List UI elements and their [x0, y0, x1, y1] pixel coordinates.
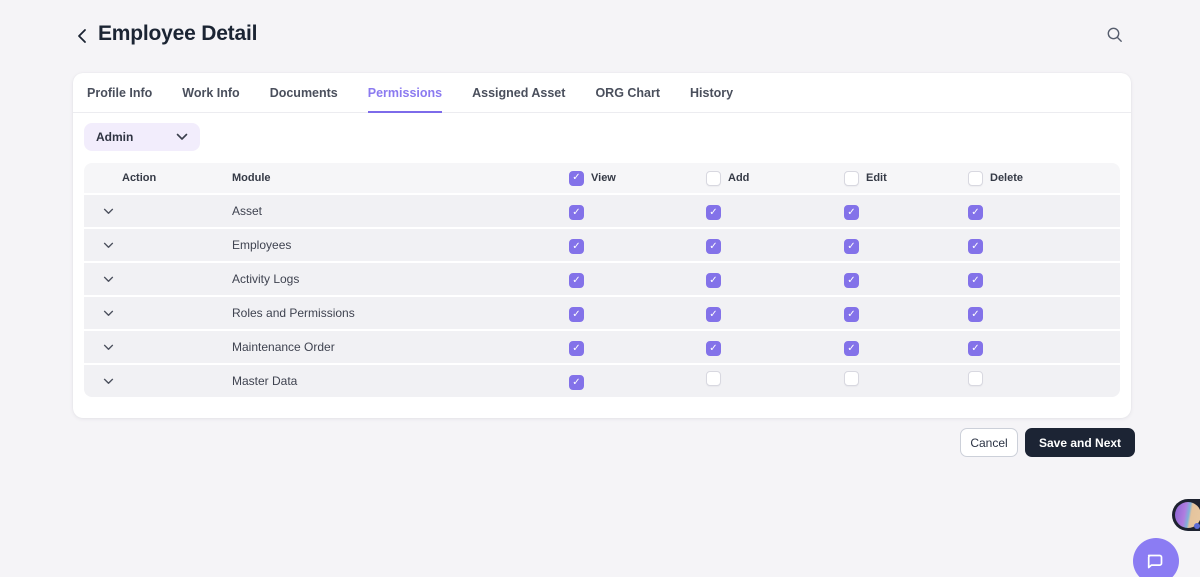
- page-header: Employee Detail: [0, 0, 1200, 60]
- back-button[interactable]: [74, 27, 92, 45]
- expand-row-button[interactable]: [84, 208, 232, 215]
- role-dropdown[interactable]: Admin: [84, 123, 200, 151]
- chevron-down-icon: [103, 378, 114, 385]
- delete-checkbox[interactable]: [968, 273, 983, 288]
- delete-checkbox[interactable]: [968, 341, 983, 356]
- column-header-view: View: [569, 171, 706, 186]
- select-all-add-checkbox[interactable]: [706, 171, 721, 186]
- module-name: Employees: [232, 238, 569, 252]
- search-button[interactable]: [1105, 26, 1125, 46]
- column-header-edit: Edit: [844, 171, 968, 186]
- tab-profile-info[interactable]: Profile Info: [87, 86, 152, 113]
- delete-checkbox[interactable]: [968, 239, 983, 254]
- table-body: Asset Employees Activity Logs: [84, 195, 1120, 397]
- column-header-view-label: View: [591, 172, 616, 184]
- expand-row-button[interactable]: [84, 276, 232, 283]
- table-row: Master Data: [84, 365, 1120, 397]
- footer-actions: Cancel Save and Next: [960, 428, 1135, 457]
- table-row: Roles and Permissions: [84, 297, 1120, 329]
- add-checkbox[interactable]: [706, 205, 721, 220]
- chevron-down-icon: [103, 208, 114, 215]
- tab-history[interactable]: History: [690, 86, 733, 113]
- avatar-status-dot: [1194, 523, 1200, 529]
- select-all-view-checkbox[interactable]: [569, 171, 584, 186]
- column-header-delete: Delete: [968, 171, 1120, 186]
- expand-row-button[interactable]: [84, 378, 232, 385]
- edit-checkbox[interactable]: [844, 205, 859, 220]
- tab-work-info[interactable]: Work Info: [182, 86, 239, 113]
- tab-org-chart[interactable]: ORG Chart: [595, 86, 660, 113]
- view-checkbox[interactable]: [569, 307, 584, 322]
- table-row: Maintenance Order: [84, 331, 1120, 363]
- module-name: Activity Logs: [232, 272, 569, 286]
- edit-checkbox[interactable]: [844, 273, 859, 288]
- chat-bubble-icon: [1145, 550, 1167, 572]
- edit-checkbox[interactable]: [844, 239, 859, 254]
- permissions-card: Profile Info Work Info Documents Permission…: [73, 73, 1131, 418]
- table-header-row: Action Module View Add Edit Delete: [84, 163, 1120, 193]
- permissions-table: Action Module View Add Edit Delete: [84, 163, 1120, 397]
- select-all-delete-checkbox[interactable]: [968, 171, 983, 186]
- page-title: Employee Detail: [98, 22, 257, 46]
- module-name: Roles and Permissions: [232, 306, 569, 320]
- assistant-avatar-widget[interactable]: [1172, 499, 1200, 531]
- add-checkbox[interactable]: [706, 273, 721, 288]
- column-header-add: Add: [706, 171, 844, 186]
- chevron-down-icon: [103, 242, 114, 249]
- delete-checkbox[interactable]: [968, 371, 983, 386]
- module-name: Maintenance Order: [232, 340, 569, 354]
- chevron-down-icon: [176, 133, 188, 141]
- add-checkbox[interactable]: [706, 341, 721, 356]
- view-checkbox[interactable]: [569, 375, 584, 390]
- select-all-edit-checkbox[interactable]: [844, 171, 859, 186]
- view-checkbox[interactable]: [569, 205, 584, 220]
- cancel-button[interactable]: Cancel: [960, 428, 1018, 457]
- tab-assigned-asset[interactable]: Assigned Asset: [472, 86, 565, 113]
- view-checkbox[interactable]: [569, 239, 584, 254]
- module-name: Master Data: [232, 374, 569, 388]
- module-name: Asset: [232, 204, 569, 218]
- table-row: Employees: [84, 229, 1120, 261]
- chevron-down-icon: [103, 276, 114, 283]
- delete-checkbox[interactable]: [968, 205, 983, 220]
- view-checkbox[interactable]: [569, 341, 584, 356]
- tab-bar: Profile Info Work Info Documents Permission…: [73, 73, 1131, 113]
- table-row: Asset: [84, 195, 1120, 227]
- tab-permissions[interactable]: Permissions: [368, 86, 442, 113]
- chat-fab-button[interactable]: [1133, 538, 1179, 577]
- expand-row-button[interactable]: [84, 344, 232, 351]
- search-icon: [1106, 26, 1124, 44]
- column-header-action: Action: [84, 172, 232, 184]
- delete-checkbox[interactable]: [968, 307, 983, 322]
- edit-checkbox[interactable]: [844, 341, 859, 356]
- column-header-add-label: Add: [728, 172, 749, 184]
- expand-row-button[interactable]: [84, 242, 232, 249]
- column-header-edit-label: Edit: [866, 172, 887, 184]
- add-checkbox[interactable]: [706, 371, 721, 386]
- edit-checkbox[interactable]: [844, 307, 859, 322]
- save-and-next-button[interactable]: Save and Next: [1025, 428, 1135, 457]
- expand-row-button[interactable]: [84, 310, 232, 317]
- column-header-module: Module: [232, 172, 569, 184]
- table-row: Activity Logs: [84, 263, 1120, 295]
- add-checkbox[interactable]: [706, 239, 721, 254]
- chevron-down-icon: [103, 310, 114, 317]
- tab-documents[interactable]: Documents: [270, 86, 338, 113]
- chevron-down-icon: [103, 344, 114, 351]
- add-checkbox[interactable]: [706, 307, 721, 322]
- edit-checkbox[interactable]: [844, 371, 859, 386]
- view-checkbox[interactable]: [569, 273, 584, 288]
- chevron-left-icon: [74, 27, 92, 45]
- column-header-delete-label: Delete: [990, 172, 1023, 184]
- role-dropdown-value: Admin: [96, 130, 133, 144]
